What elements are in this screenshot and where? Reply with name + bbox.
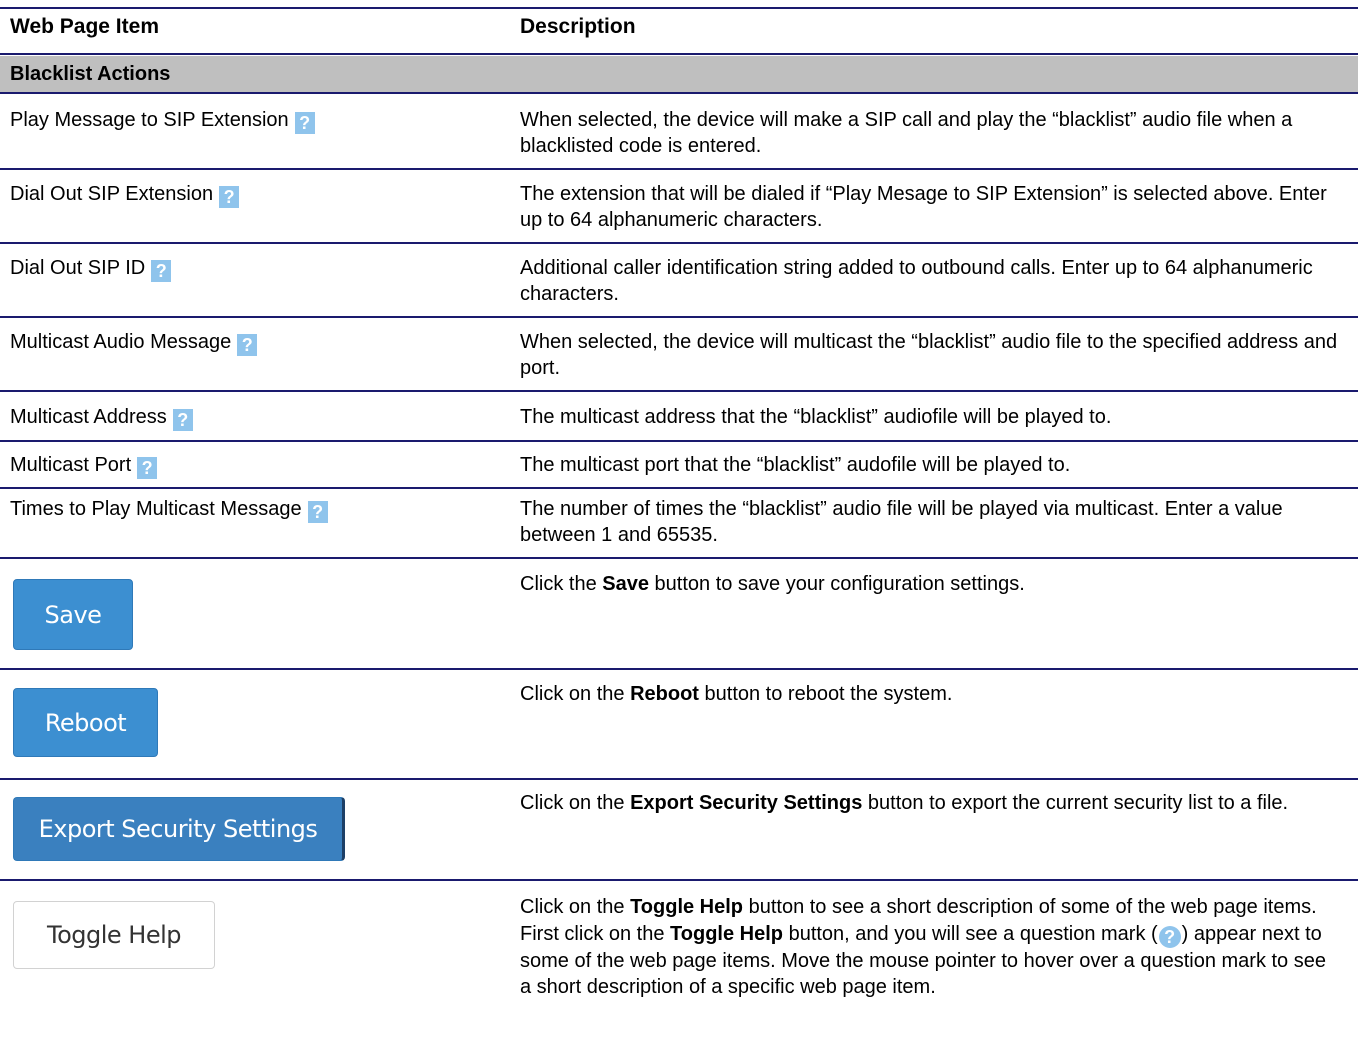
row-rule: [0, 668, 1358, 670]
table-row-item: Play Message to SIP Extension?: [10, 107, 315, 134]
question-mark-icon: ?: [219, 186, 240, 208]
header-col-description: Description: [520, 15, 636, 38]
question-mark-icon: ?: [151, 260, 172, 282]
row-rule: [0, 316, 1358, 318]
table-row-description: The extension that will be dialed if “Pl…: [520, 183, 1327, 231]
item-label: Multicast Address: [10, 406, 167, 428]
desc-text: Click on the: [520, 896, 631, 918]
desc-text: Click the: [520, 573, 603, 595]
table-row-item: Multicast Address?: [10, 404, 193, 431]
save-button[interactable]: Save: [13, 579, 133, 650]
row-rule: [0, 390, 1358, 392]
item-label: Dial Out SIP Extension: [10, 183, 214, 205]
desc-text: button to reboot the system.: [698, 683, 953, 705]
question-mark-icon: ?: [172, 409, 193, 431]
item-label: Play Message to SIP Extension: [10, 109, 289, 131]
toggle-help-description: Click on the Toggle Help button to see a…: [520, 894, 1340, 1001]
item-label: Multicast Audio Message: [10, 331, 232, 353]
row-rule: [0, 440, 1358, 442]
table-row-item: Dial Out SIP Extension?: [10, 181, 240, 208]
table-row-item: Dial Out SIP ID?: [10, 255, 172, 282]
question-mark-icon: ?: [307, 501, 328, 523]
table-row-item: Multicast Audio Message?: [10, 329, 258, 356]
desc-bold: Toggle Help: [670, 922, 784, 945]
row-rule: [0, 168, 1358, 170]
header-rule: [0, 53, 1358, 55]
export-security-settings-button[interactable]: Export Security Settings: [13, 797, 345, 861]
table-row-description: Additional caller identification string …: [520, 257, 1313, 305]
item-label: Times to Play Multicast Message: [10, 498, 302, 520]
desc-text: button to export the current security li…: [862, 792, 1289, 814]
desc-bold: Reboot: [630, 683, 699, 705]
save-description: Click the Save button to save your confi…: [520, 571, 1340, 597]
table-row-item: Multicast Port?: [10, 452, 158, 479]
table-row-description: The multicast port that the “blacklist” …: [520, 454, 1071, 476]
question-mark-icon: ?: [294, 112, 315, 134]
desc-bold: Export Security Settings: [630, 792, 863, 814]
table-top-rule: [0, 7, 1358, 9]
reboot-description: Click on the Reboot button to reboot the…: [520, 681, 1340, 707]
row-rule: [0, 778, 1358, 780]
row-rule: [0, 487, 1358, 489]
table-row-description: When selected, the device will multicast…: [520, 331, 1338, 379]
item-label: Dial Out SIP ID: [10, 257, 146, 279]
row-rule: [0, 557, 1358, 559]
desc-text: button to save your configuration settin…: [648, 573, 1025, 595]
desc-bold: Toggle Help: [630, 896, 744, 918]
table-row-item: Times to Play Multicast Message?: [10, 496, 328, 523]
section-header-row: [0, 56, 1358, 92]
table-row-description: The multicast address that the “blacklis…: [520, 406, 1112, 428]
section-rule: [0, 92, 1358, 94]
reboot-button[interactable]: Reboot: [13, 688, 158, 757]
header-col-item: Web Page Item: [10, 15, 159, 38]
table-row-description: The number of times the “blacklist” audi…: [520, 498, 1283, 546]
question-mark-icon: ?: [1158, 925, 1181, 948]
toggle-help-button[interactable]: Toggle Help: [13, 901, 215, 969]
desc-text: Click on the: [520, 792, 631, 814]
table-row-description: When selected, the device will make a SI…: [520, 109, 1293, 157]
row-rule: [0, 879, 1358, 881]
section-title: Blacklist Actions: [10, 63, 171, 85]
desc-text: Click on the: [520, 683, 631, 705]
row-rule: [0, 242, 1358, 244]
question-mark-icon: ?: [237, 334, 258, 356]
desc-text: button, and you will see a question mark…: [783, 922, 1158, 945]
export-description: Click on the Export Security Settings bu…: [520, 790, 1340, 816]
question-mark-icon: ?: [137, 457, 158, 479]
desc-bold: Save: [602, 573, 649, 595]
item-label: Multicast Port: [10, 454, 132, 476]
